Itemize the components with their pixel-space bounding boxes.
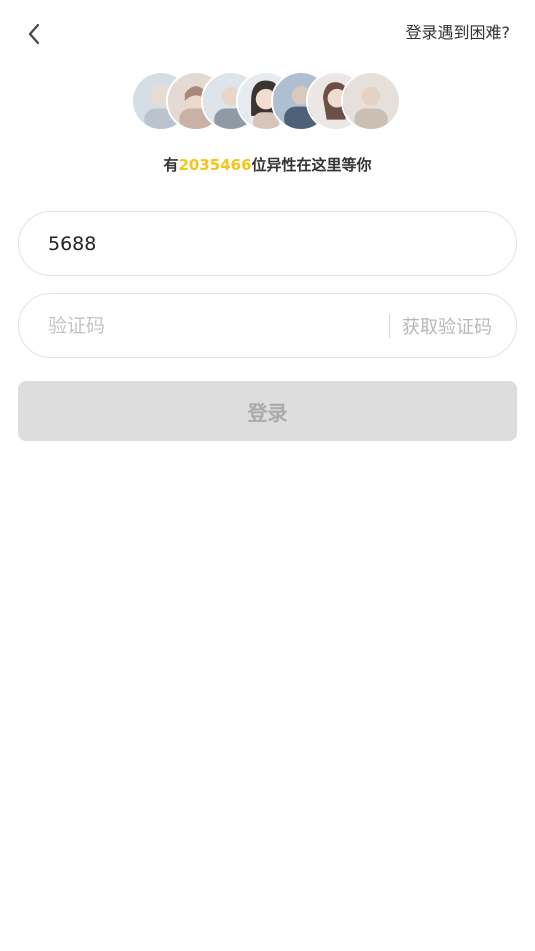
promo-suffix: 位异性在这里等你 [251, 156, 372, 174]
login-trouble-link[interactable]: 登录遇到困难? [406, 22, 511, 44]
back-button[interactable] [18, 18, 50, 50]
verification-code-input[interactable] [19, 294, 389, 357]
get-code-button[interactable]: 获取验证码 [402, 313, 516, 339]
phone-input[interactable] [19, 212, 516, 275]
field-divider [389, 313, 390, 338]
avatar-stack [131, 71, 411, 131]
phone-field [18, 211, 517, 276]
login-screen: 登录遇到困难? 有2035466位异性在这里等你 获取验证码 [0, 0, 535, 951]
avatar [341, 71, 401, 131]
user-count: 2035466 [178, 156, 252, 174]
login-button[interactable]: 登录 [18, 381, 517, 441]
promo-prefix: 有 [163, 156, 179, 174]
promo-tagline: 有2035466位异性在这里等你 [0, 154, 535, 176]
chevron-left-icon [28, 23, 40, 45]
verification-code-field: 获取验证码 [18, 293, 517, 358]
